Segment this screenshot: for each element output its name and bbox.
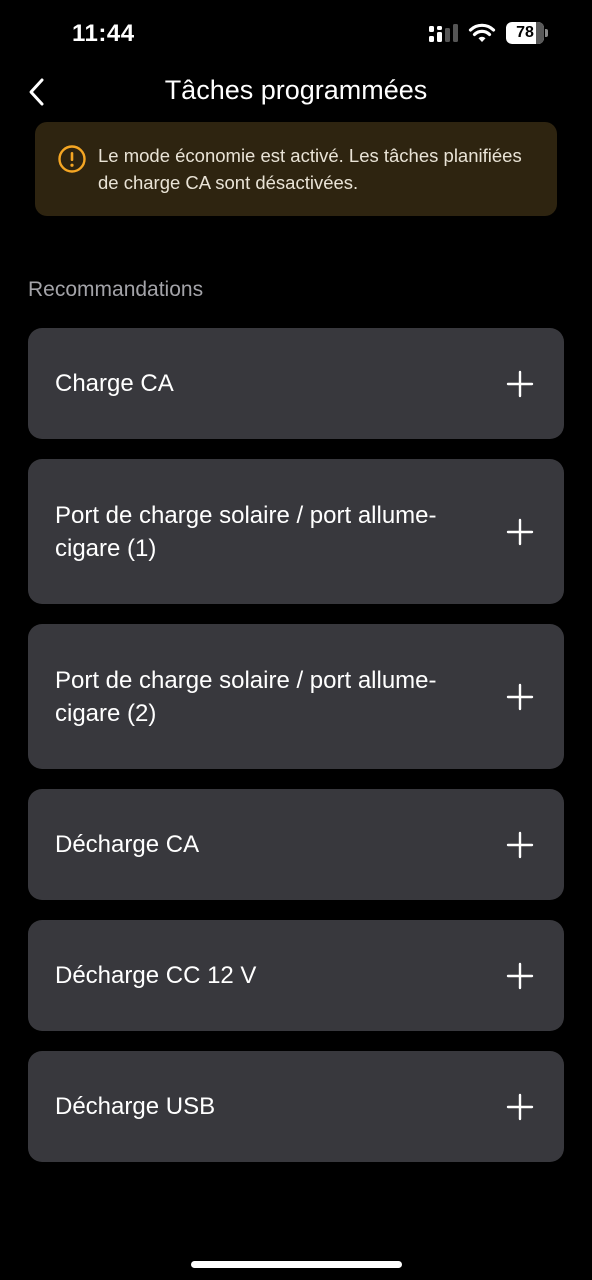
nav-header: Tâches programmées: [0, 70, 592, 114]
task-card-label: Charge CA: [55, 370, 174, 397]
battery-level: 78: [516, 24, 534, 41]
plus-icon[interactable]: [506, 1093, 534, 1121]
task-card-label: Décharge CC 12 V: [55, 962, 257, 989]
task-card-label: Décharge CA: [55, 831, 200, 858]
status-icons: 78: [428, 22, 548, 44]
task-card-dc-12v-discharge[interactable]: Décharge CC 12 V: [28, 920, 564, 1031]
cellular-signal-icon: [429, 24, 458, 42]
page-title: Tâches programmées: [164, 75, 428, 105]
task-card-label: Port de charge solaire / port allume-cig…: [55, 502, 437, 562]
plus-icon[interactable]: [506, 518, 534, 546]
warning-icon: [58, 145, 86, 173]
battery-icon: 78: [506, 22, 548, 44]
task-card-solar-port-2[interactable]: Port de charge solaire / port allume-cig…: [28, 624, 564, 769]
task-card-ac-charge[interactable]: Charge CA: [28, 328, 564, 439]
status-bar: 11:44 78: [0, 0, 592, 70]
task-card-ac-discharge[interactable]: Décharge CA: [28, 789, 564, 900]
wifi-icon: [468, 23, 496, 42]
section-title: Recommandations: [28, 278, 204, 301]
power-saving-banner: Le mode économie est activé. Les tâches …: [35, 122, 557, 216]
plus-icon[interactable]: [506, 831, 534, 859]
task-card-label: Décharge USB: [55, 1093, 216, 1120]
status-time: 11:44: [72, 20, 135, 47]
task-card-solar-port-1[interactable]: Port de charge solaire / port allume-cig…: [28, 459, 564, 604]
plus-icon[interactable]: [506, 962, 534, 990]
plus-icon[interactable]: [506, 370, 534, 398]
banner-message: Le mode économie est activé. Les tâches …: [98, 145, 522, 193]
home-indicator[interactable]: [191, 1261, 402, 1268]
plus-icon[interactable]: [506, 683, 534, 711]
task-card-label: Port de charge solaire / port allume-cig…: [55, 667, 437, 727]
task-card-usb-discharge[interactable]: Décharge USB: [28, 1051, 564, 1162]
